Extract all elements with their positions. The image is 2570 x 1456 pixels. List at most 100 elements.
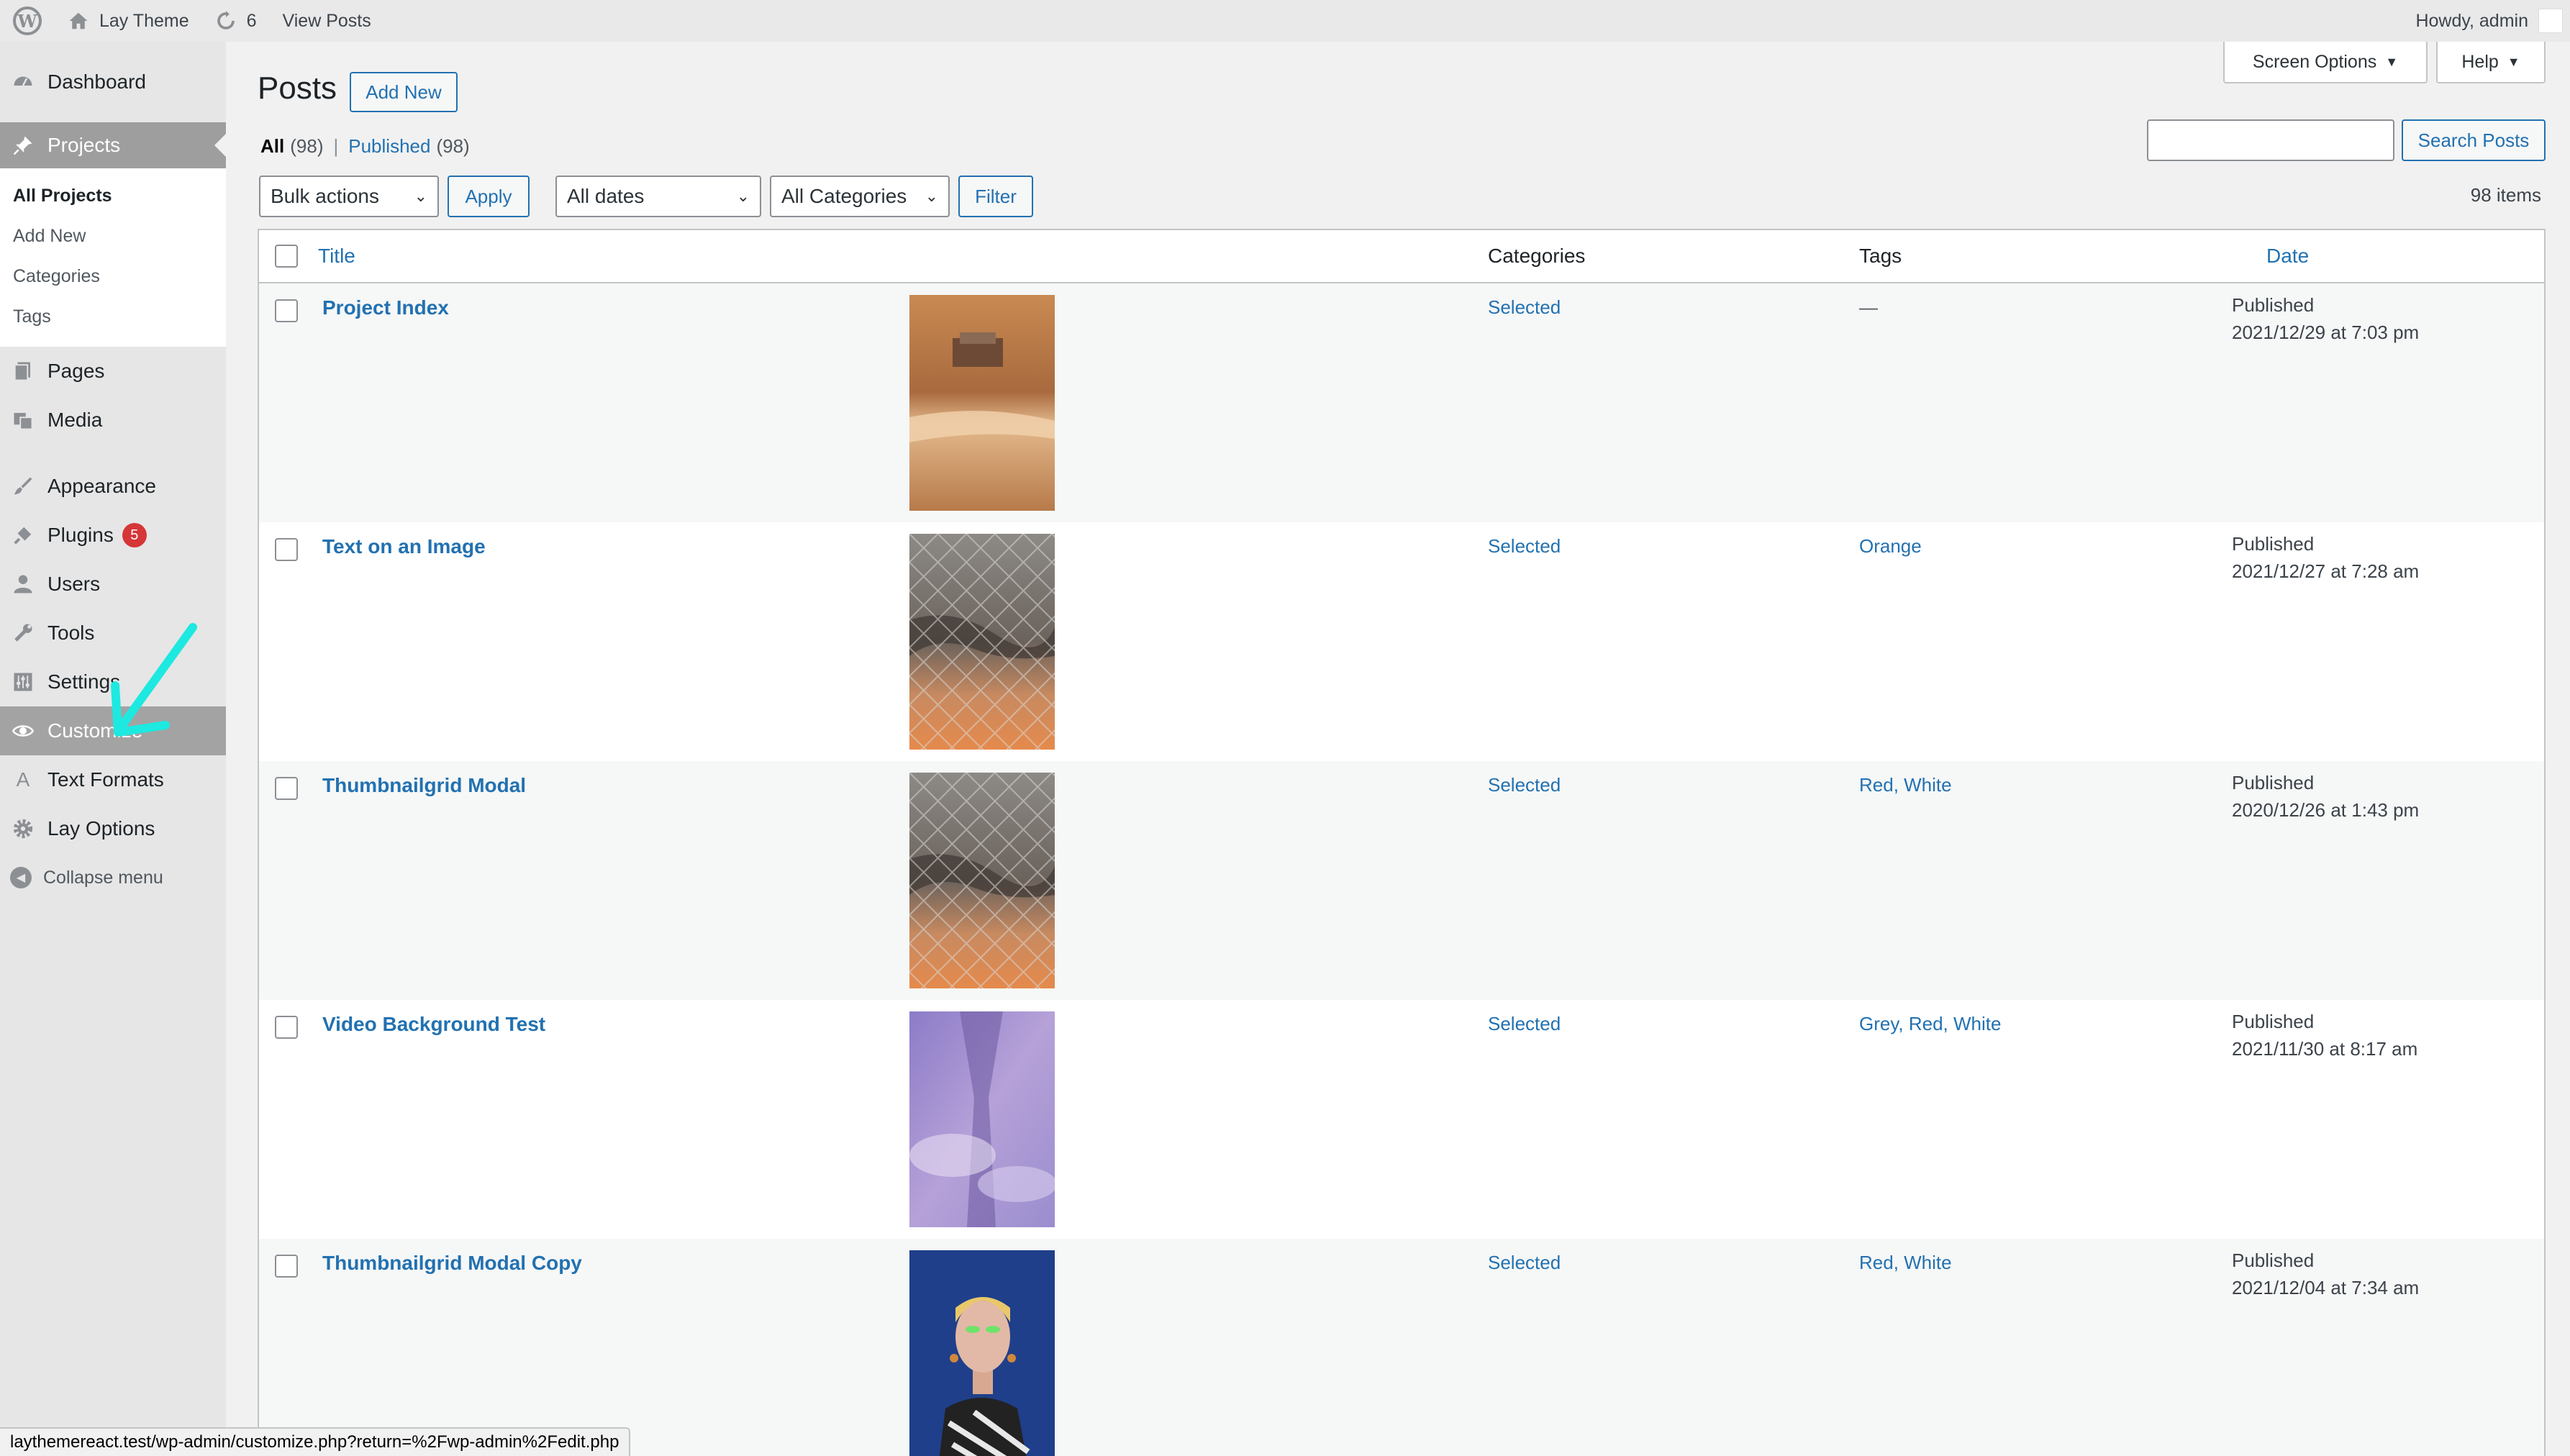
submenu-all-projects[interactable]: All Projects	[0, 176, 226, 216]
column-title-header[interactable]: Title	[318, 245, 355, 268]
menu-pages[interactable]: Pages	[0, 347, 226, 396]
main-content: Posts Add New Screen Options ▼ Help ▼ Al…	[226, 42, 2570, 1456]
submenu-tags[interactable]: Tags	[0, 296, 226, 337]
view-separator: |	[333, 135, 339, 157]
wordpress-logo-icon[interactable]: W	[0, 0, 55, 42]
screen-options-button[interactable]: Screen Options ▼	[2223, 42, 2428, 83]
table-header: Title Categories Tags Date	[259, 230, 2544, 283]
row-checkbox[interactable]	[275, 538, 298, 561]
search-posts-button[interactable]: Search Posts	[2402, 119, 2546, 161]
row-thumbnail-purple-sky[interactable]	[909, 1011, 1055, 1227]
row-category-link[interactable]: Selected	[1488, 296, 1561, 319]
updates-count: 6	[246, 10, 257, 31]
row-title-link[interactable]: Text on an Image	[322, 535, 486, 558]
site-name-link[interactable]: Lay Theme	[55, 0, 202, 42]
dashboard-icon	[10, 69, 36, 95]
row-checkbox[interactable]	[275, 1016, 298, 1039]
updates-link[interactable]: 6	[202, 0, 270, 42]
home-icon	[69, 12, 88, 29]
row-checkbox[interactable]	[275, 1255, 298, 1278]
menu-plugins[interactable]: Plugins 5	[0, 511, 226, 560]
view-all-count: (98)	[290, 135, 324, 157]
table-row: Thumbnailgrid Modal Copy Selected Red, W…	[259, 1239, 2544, 1456]
letter-a-icon: A	[16, 768, 30, 791]
row-thumbnail-portrait[interactable]	[909, 1250, 1055, 1456]
row-category-link[interactable]: Selected	[1488, 774, 1561, 796]
menu-plugins-label: Plugins	[47, 524, 114, 546]
menu-projects[interactable]: Projects	[0, 122, 226, 168]
menu-text-formats[interactable]: A Text Formats	[0, 755, 226, 804]
items-count: 98 items	[2470, 184, 2541, 206]
menu-text-formats-label: Text Formats	[47, 768, 164, 791]
table-row: Project Index Selected — Published 2021/…	[259, 283, 2544, 522]
table-row: Text on an Image Selected Orange Publish…	[259, 522, 2544, 761]
row-thumbnail-car-in-desert[interactable]	[909, 295, 1055, 511]
row-title-link[interactable]: Project Index	[322, 296, 449, 319]
projects-submenu: All Projects Add New Categories Tags	[0, 168, 226, 347]
users-icon	[10, 571, 36, 597]
screen-options-label: Screen Options	[2252, 51, 2377, 72]
menu-users[interactable]: Users	[0, 560, 226, 609]
view-all-link[interactable]: All	[260, 135, 284, 158]
view-posts-label: View Posts	[282, 10, 371, 31]
apply-button[interactable]: Apply	[448, 176, 530, 217]
row-checkbox[interactable]	[275, 299, 298, 322]
row-date: 2020/12/26 at 1:43 pm	[2232, 799, 2420, 821]
row-tags-links[interactable]: Red, White	[1859, 1252, 1952, 1274]
menu-dashboard[interactable]: Dashboard	[0, 58, 226, 106]
posts-table: Title Categories Tags Date Project Index…	[258, 229, 2546, 1456]
menu-lay-options[interactable]: Lay Options	[0, 804, 226, 853]
annotation-arrow-icon	[111, 623, 197, 737]
search-input[interactable]	[2147, 119, 2394, 161]
table-row: Video Background Test Selected Grey, Red…	[259, 1000, 2544, 1239]
status-url: laythemereact.test/wp-admin/customize.ph…	[10, 1432, 619, 1452]
row-tags-links[interactable]: Grey, Red, White	[1859, 1013, 2001, 1035]
menu-media[interactable]: Media	[0, 396, 226, 445]
row-date: 2021/12/29 at 7:03 pm	[2232, 322, 2420, 343]
row-thumbnail-fence-sunset[interactable]	[909, 773, 1055, 988]
row-status: Published	[2232, 1250, 2315, 1271]
menu-tools-label: Tools	[47, 622, 95, 644]
dates-select[interactable]: All dates ⌄	[555, 176, 761, 217]
help-label: Help	[2461, 51, 2499, 72]
howdy-account-link[interactable]: Howdy, admin	[2415, 11, 2528, 32]
row-thumbnail-fence-sunset[interactable]	[909, 534, 1055, 750]
menu-appearance[interactable]: Appearance	[0, 462, 226, 511]
row-title-link[interactable]: Video Background Test	[322, 1013, 545, 1036]
categories-select[interactable]: All Categories ⌄	[770, 176, 950, 217]
row-category-link[interactable]: Selected	[1488, 1013, 1561, 1035]
submenu-add-new[interactable]: Add New	[0, 216, 226, 256]
column-date-header[interactable]: Date	[2266, 245, 2309, 268]
row-title-link[interactable]: Thumbnailgrid Modal	[322, 774, 526, 797]
caret-down-icon: ▼	[2385, 54, 2399, 69]
settings-sliders-icon	[10, 669, 36, 695]
collapse-menu-label: Collapse menu	[43, 867, 163, 888]
view-posts-link[interactable]: View Posts	[270, 0, 384, 42]
row-checkbox[interactable]	[275, 777, 298, 800]
help-button[interactable]: Help ▼	[2436, 42, 2546, 83]
row-category-link[interactable]: Selected	[1488, 1252, 1561, 1274]
admin-sidebar: Dashboard Projects All Projects Add New …	[0, 42, 226, 1456]
chevron-down-icon: ⌄	[414, 187, 427, 205]
view-published-link[interactable]: Published	[348, 135, 430, 158]
avatar[interactable]	[2538, 9, 2563, 33]
row-category-link[interactable]: Selected	[1488, 535, 1561, 558]
menu-lay-options-label: Lay Options	[47, 817, 155, 840]
submenu-categories[interactable]: Categories	[0, 256, 226, 296]
filter-button[interactable]: Filter	[958, 176, 1033, 217]
bulk-actions-select[interactable]: Bulk actions ⌄	[259, 176, 439, 217]
select-all-checkbox[interactable]	[275, 245, 298, 268]
page-title: Posts	[258, 70, 337, 106]
row-date: 2021/12/04 at 7:34 am	[2232, 1277, 2420, 1298]
menu-dashboard-label: Dashboard	[47, 70, 146, 93]
row-title-link[interactable]: Thumbnailgrid Modal Copy	[322, 1252, 582, 1275]
row-tags-links[interactable]: Orange	[1859, 535, 1922, 558]
collapse-menu-button[interactable]: ◀ Collapse menu	[0, 853, 226, 902]
menu-projects-label: Projects	[47, 134, 121, 156]
add-new-button[interactable]: Add New	[350, 72, 458, 112]
collapse-arrow-icon: ◀	[10, 867, 32, 888]
pin-icon	[10, 132, 36, 158]
menu-pages-label: Pages	[47, 360, 105, 382]
admin-bar: W Lay Theme 6 View Posts Howdy, admin	[0, 0, 2570, 42]
row-tags-links[interactable]: Red, White	[1859, 774, 1952, 796]
